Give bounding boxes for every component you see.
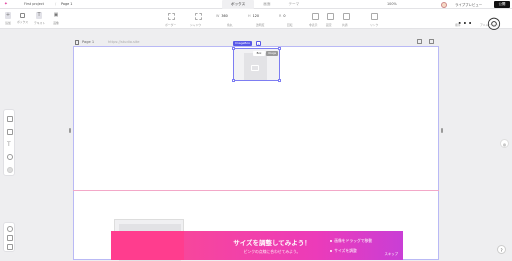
page-code-icon[interactable] — [429, 39, 434, 44]
order-label: 順序 — [455, 23, 461, 27]
tutorial-subtitle: ピンクの点線に合わせてみよう。 — [243, 249, 301, 254]
shadow-label: シャドウ — [190, 23, 202, 27]
radius-field[interactable]: R0 — [279, 14, 286, 18]
fold-guide-line — [73, 190, 439, 191]
text-add-icon[interactable]: T — [7, 142, 13, 148]
element-mini-menu: Box Image — [253, 51, 278, 56]
image-add-icon[interactable] — [7, 129, 13, 135]
tab-theme[interactable]: テーマ — [279, 0, 308, 9]
property-toolbar: + 追加 ボックス T テキスト ▣ 画像 ボーダー シャドウ W 360 H 12… — [0, 9, 512, 32]
radius-label: 角丸 — [227, 23, 233, 27]
publish-button[interactable]: 公開 — [494, 1, 510, 8]
height-field[interactable]: H 120 — [248, 14, 259, 18]
rotate-label: 回転 — [287, 23, 293, 27]
text-tool[interactable]: T テキスト — [34, 12, 46, 25]
right-resize-handle[interactable] — [441, 128, 443, 133]
add-icon: + — [5, 12, 11, 19]
mini-menu-box[interactable]: Box — [253, 51, 265, 56]
mini-menu-image[interactable]: Image — [266, 51, 278, 56]
top-bar: ✦ First project / Page 1 ボックス 画面 テーマ 100… — [0, 0, 512, 9]
live-preview-button[interactable]: ライブプレビュー — [452, 2, 485, 8]
page-settings-icon[interactable] — [417, 39, 422, 44]
tutorial-steps: 画像をドラッグで移動 サイズを調整 — [330, 238, 372, 258]
image-icon: ▣ — [53, 12, 59, 18]
left-resize-handle[interactable] — [69, 128, 71, 133]
box-icon — [19, 13, 25, 18]
image-tool[interactable]: ▣ 画像 — [51, 12, 61, 25]
border-icon[interactable] — [168, 13, 175, 20]
resize-handle-bl[interactable] — [232, 79, 235, 82]
component-icon[interactable] — [343, 13, 350, 20]
width-value: 360 — [221, 14, 228, 18]
selection-options-icon[interactable]: + — [256, 41, 261, 46]
hide-label: 非表示 — [309, 23, 318, 27]
comment-icon[interactable] — [7, 226, 13, 232]
common-label: 共通 — [342, 23, 348, 27]
text-icon: T — [36, 12, 42, 19]
help-button[interactable]: ? — [497, 245, 506, 254]
image-placeholder — [244, 53, 267, 80]
resize-handle-tl[interactable] — [232, 47, 235, 50]
avatar[interactable] — [441, 1, 447, 8]
opacity-label: 透明度 — [256, 23, 265, 27]
favorite-icon[interactable] — [7, 154, 13, 160]
add-tool[interactable]: + 追加 — [3, 12, 13, 25]
page-title[interactable]: Page 1 — [82, 40, 94, 44]
tutorial-step-text: 画像をドラッグで移動 — [334, 238, 373, 243]
image-tool-label: 画像 — [53, 21, 59, 25]
text-tool-label: テキスト — [34, 21, 46, 25]
tutorial-banner-edge — [111, 231, 184, 260]
page-url[interactable]: https://studio.site — [108, 40, 140, 44]
shadow-icon[interactable] — [195, 13, 202, 20]
zoom-level[interactable]: 100% — [387, 2, 397, 6]
link-icon[interactable] — [371, 13, 378, 20]
page-icon — [75, 39, 79, 45]
width-field[interactable]: W 360 — [216, 14, 228, 18]
step-bullet-icon — [330, 239, 333, 243]
add-circle-icon[interactable] — [7, 167, 13, 173]
left-floating-toolbar: T — [3, 109, 15, 176]
layers-icon[interactable] — [7, 235, 13, 241]
radius-key: R — [279, 14, 282, 18]
height-value: 120 — [252, 14, 260, 18]
link-label: リンク — [370, 23, 379, 27]
selection-tag[interactable]: ImageBox — [233, 41, 252, 46]
resize-handle-br[interactable] — [278, 79, 281, 82]
breadcrumb-separator: / — [55, 2, 57, 7]
box-tool-label: ボックス — [17, 20, 29, 24]
animation-label: アニメーション — [480, 23, 500, 27]
image-placeholder-icon — [251, 65, 259, 71]
border-label: ボーダー — [165, 23, 177, 27]
tutorial-banner: サイズを調整してみよう！ ピンクの点線に合わせてみよう。 画像をドラッグで移動 … — [184, 231, 403, 260]
left-bottom-toolbar — [3, 222, 15, 252]
project-name[interactable]: First project — [24, 2, 44, 6]
box-tool[interactable]: ボックス — [17, 12, 29, 24]
tutorial-step: 画像をドラッグで移動 — [330, 238, 372, 244]
animation-icon[interactable]: ◎ — [487, 13, 501, 32]
height-key: H — [248, 14, 251, 18]
tutorial-step-text: サイズを調整 — [334, 248, 357, 253]
skip-button[interactable]: スキップ — [384, 251, 398, 256]
lock-icon[interactable] — [327, 13, 334, 20]
tab-box[interactable]: ボックス — [222, 0, 255, 9]
width-key: W — [216, 14, 220, 18]
fixed-label: 固定 — [326, 23, 332, 27]
tutorial-title: サイズを調整してみよう！ — [233, 239, 311, 247]
box-add-icon[interactable] — [7, 116, 13, 122]
order-icon[interactable]: ⋯ — [457, 13, 473, 32]
hide-icon[interactable] — [312, 13, 319, 20]
studio-logo-icon[interactable]: ✦ — [4, 2, 9, 7]
radius-value: 0 — [283, 14, 286, 18]
step-bullet-icon — [330, 249, 333, 253]
ai-assist-icon[interactable]: ◎ — [500, 139, 509, 148]
resize-handle-tr[interactable] — [278, 47, 281, 50]
tab-screen[interactable]: 画面 — [254, 0, 279, 9]
add-tool-label: 追加 — [5, 21, 11, 25]
assets-icon[interactable] — [7, 244, 13, 250]
current-page-name[interactable]: Page 1 — [61, 2, 72, 6]
panel-tabs: ボックス 画面 テーマ — [222, 0, 308, 9]
tutorial-step: サイズを調整 — [330, 248, 372, 254]
